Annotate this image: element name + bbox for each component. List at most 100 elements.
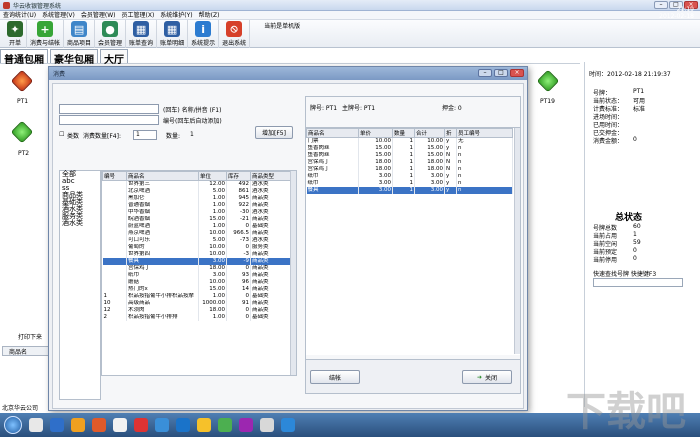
product-row[interactable]: 黑加仑 1.00 945 商品类 — [102, 195, 291, 202]
product-row[interactable]: 皖酒香烟 15.00 -21 商品类 — [102, 216, 291, 223]
product-row[interactable]: 12 木须肉 18.00 0 商品类 — [102, 307, 291, 314]
product-row[interactable]: 蔚蓝啤酒 1.00 0 基础类 — [102, 223, 291, 230]
shortcut-hint: 快速查找号牌 快捷键F3 — [593, 271, 657, 278]
product-row[interactable]: 餐具 3.00 -9 商品类 — [102, 258, 291, 265]
table-pt2-icon[interactable] — [10, 120, 34, 144]
product-cell: 15.00 — [198, 286, 227, 293]
order-row[interactable]: 餐具 3.00 1 3.00 y n — [306, 187, 513, 194]
table-search-input[interactable] — [593, 278, 683, 287]
taskbar-app-icon[interactable] — [218, 418, 232, 432]
menu-item-2[interactable]: 会员管理(W) — [81, 11, 116, 19]
order-col-header[interactable]: 折 — [444, 128, 457, 138]
taskbar-app-icon[interactable] — [281, 418, 295, 432]
product-row[interactable]: 热门的x 15.00 14 商品类 — [102, 286, 291, 293]
product-cell: 积品按指葡牛小排积品按摩 — [126, 293, 199, 300]
print-tab[interactable]: 打印下来 — [18, 332, 42, 341]
table-pt19-icon[interactable] — [536, 69, 560, 93]
menu-item-4[interactable]: 系统维护(Y) — [160, 11, 192, 19]
order-row[interactable]: 门票 10.00 1 10.00 y 无 — [306, 137, 513, 145]
product-cell: 1.00 — [198, 202, 227, 209]
order-col-header[interactable]: 单价 — [358, 128, 393, 138]
summary-title: 总状态 — [615, 213, 643, 223]
toolbar-button-6[interactable]: i 系统提示 — [188, 20, 220, 48]
order-grid-scrollbar[interactable] — [514, 128, 520, 354]
dialog-close-action-button[interactable]: ➜ 关闭 — [462, 370, 512, 384]
order-grid[interactable]: 商品名 单价 数量 合计折员工编号 门票 10.00 1 10.00 y 无鱼香肉丝 15.00 1… — [306, 127, 520, 355]
order-row[interactable]: 宫保鸡丁 18.00 1 18.00 Nn — [306, 166, 513, 173]
dialog-minimize-button[interactable]: – — [478, 69, 492, 77]
product-row[interactable]: 可口可乐 5.00 -73 酒水类 — [102, 237, 291, 244]
product-grid[interactable]: 编号 商品名 单位 库存 商品类型 世界第三 12.00 492 酒水类 北京啤酒 5.00 861… — [101, 170, 297, 376]
taskbar-app-icon[interactable] — [176, 418, 190, 432]
category-checkbox[interactable]: ☐ — [59, 131, 64, 138]
product-cell — [102, 258, 127, 265]
menu-item-1[interactable]: 系统管理(V) — [42, 11, 75, 19]
product-col-header[interactable]: 编号 — [102, 171, 127, 181]
product-row[interactable]: 世界第三 12.00 492 酒水类 — [102, 180, 291, 188]
menu-item-5[interactable]: 帮助(Z) — [199, 11, 220, 19]
order-row[interactable]: 宫保鸡丁 18.00 1 18.00 Nn — [306, 159, 513, 166]
menu-item-3[interactable]: 员工管理(X) — [122, 11, 155, 19]
toolbar-button-7[interactable]: ⦸ 退出系统 — [219, 20, 251, 48]
product-row[interactable]: 2 积品按指葡牛小排排 1.00 0 基础类 — [102, 314, 291, 321]
product-row[interactable]: 蘑菇 10.00 96 商品类 — [102, 279, 291, 286]
product-col-header[interactable]: 商品名 — [126, 171, 199, 181]
order-row[interactable]: 鱼香肉丝 15.00 1 15.00 Nn — [306, 152, 513, 159]
order-col-header[interactable]: 员工编号 — [456, 128, 513, 138]
product-row[interactable]: 普通香烟 1.00 922 商品类 — [102, 202, 291, 209]
product-row[interactable]: 世界第四 10.00 -3 商品类 — [102, 251, 291, 258]
room-tab-1[interactable]: 豪华包厢 — [50, 49, 98, 66]
taskbar-app-icon[interactable] — [113, 418, 127, 432]
toolbar-button-0[interactable]: ✦ 开单 — [4, 20, 27, 48]
taskbar-app-icon[interactable] — [92, 418, 106, 432]
taskbar-app-icon[interactable] — [71, 418, 85, 432]
product-code-input[interactable] — [59, 115, 159, 125]
toolbar-button-2[interactable]: ▤ 商品项目 — [64, 20, 96, 48]
menu-item-0[interactable]: 查询统计(U) — [3, 11, 36, 19]
product-col-header[interactable]: 商品类型 — [250, 171, 291, 181]
product-row[interactable]: 宫保鸡丁 18.00 0 商品类 — [102, 265, 291, 272]
product-row[interactable]: 10 高级商品 1000.00 91 商品类 — [102, 300, 291, 307]
taskbar-app-icon[interactable] — [50, 418, 64, 432]
product-col-header[interactable]: 单位 — [198, 171, 227, 181]
product-row[interactable]: 燕京啤酒 10.00 966.5 商品类 — [102, 230, 291, 237]
product-row[interactable]: 纸巾 3.00 93 商品类 — [102, 272, 291, 279]
table-pt2-label: PT2 — [18, 150, 30, 157]
category-item[interactable]: 酒水类 — [60, 220, 100, 227]
toolbar-icon-0: ✦ — [7, 21, 23, 37]
taskbar-app-icon[interactable] — [155, 418, 169, 432]
taskbar-app-icon[interactable] — [260, 418, 274, 432]
dialog-maximize-button[interactable]: □ — [494, 69, 508, 77]
toolbar-button-1[interactable]: + 消费与结帐 — [27, 20, 65, 48]
toolbar-button-4[interactable]: ▦ 账单查询 — [126, 20, 158, 48]
taskbar-app-icon[interactable] — [29, 418, 43, 432]
order-row[interactable]: 纸巾 3.00 1 3.00 y n — [306, 173, 513, 180]
order-row[interactable]: 纸巾 3.00 1 3.00 y n — [306, 180, 513, 187]
order-row[interactable]: 鱼香肉丝 15.00 1 15.00 y n — [306, 145, 513, 152]
taskbar-app-icon[interactable] — [134, 418, 148, 432]
room-tab-2[interactable]: 大厅 — [100, 49, 128, 66]
order-col-header[interactable]: 商品名 — [306, 128, 359, 138]
taskbar-app-icon[interactable] — [197, 418, 211, 432]
toolbar-icon-3: ● — [102, 21, 119, 37]
product-grid-scrollbar[interactable] — [290, 171, 296, 375]
dialog-close-button[interactable]: × — [510, 69, 524, 77]
qty-input[interactable]: 1 — [133, 130, 157, 140]
taskbar-app-icon[interactable] — [239, 418, 253, 432]
product-col-header[interactable]: 库存 — [226, 171, 251, 181]
checkout-button[interactable]: 结帐 — [310, 370, 360, 384]
start-button[interactable] — [4, 416, 22, 434]
room-tab-0[interactable]: 普通包厢 — [0, 49, 48, 66]
table-pt1-icon[interactable] — [10, 69, 34, 93]
product-row[interactable]: 1 积品按指葡牛小排积品按摩 1.00 0 基础类 — [102, 293, 291, 300]
product-name-input[interactable] — [59, 104, 159, 114]
toolbar-button-5[interactable]: ▦ 账单明细 — [157, 20, 189, 48]
toolbar-button-3[interactable]: ● 会员管理 — [95, 20, 127, 48]
category-tree[interactable]: 全部 abc ss 商品类 基础类 酒水类 服务类 酒水类 — [59, 170, 101, 400]
product-row[interactable]: 北京啤酒 5.00 861 酒水类 — [102, 188, 291, 195]
order-col-header[interactable]: 数量 — [392, 128, 415, 138]
product-row[interactable]: 葡萄的 10.00 0 服务类 — [102, 244, 291, 251]
add-button[interactable]: 增加[F5] — [255, 126, 293, 139]
order-col-header[interactable]: 合计 — [414, 128, 445, 138]
product-row[interactable]: 中华香烟 1.00 -30 酒水类 — [102, 209, 291, 216]
